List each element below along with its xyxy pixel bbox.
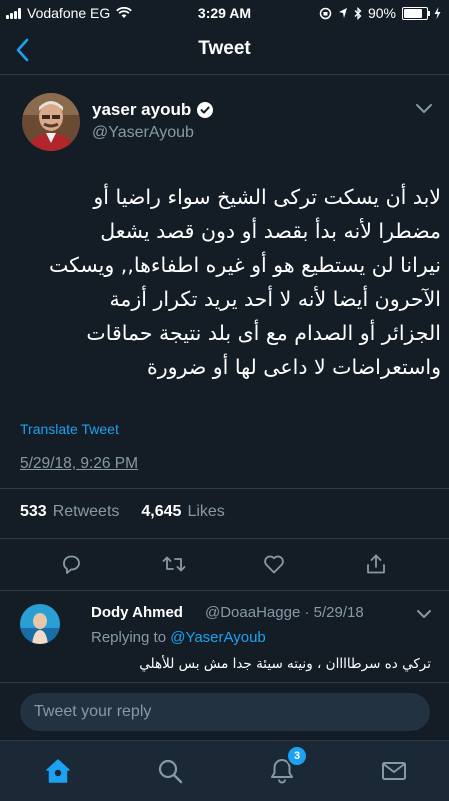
tweet-text-line: لابد أن يسكت تركى الشيخ سواء راضيا أو: [93, 185, 441, 209]
verified-icon: [197, 102, 214, 118]
tweet-reply-input[interactable]: [20, 693, 430, 731]
author-name[interactable]: yaser ayoub: [92, 100, 214, 120]
home-icon[interactable]: [44, 757, 72, 785]
tweet-text-line: الجزائر أو الصدام مع أى بلد نتيجة حماقات: [86, 321, 441, 345]
tweet-text-line: الآحرون أيضا لأنه لا أحد يريد تكرار أزمة: [109, 287, 441, 311]
status-bar: Vodafone EG 3:29 AM 90%: [0, 0, 449, 26]
reply-icon[interactable]: [59, 552, 83, 576]
retweet-icon[interactable]: [161, 552, 187, 576]
location-icon: [338, 8, 347, 18]
rotation-lock-icon: [319, 7, 332, 19]
replying-to: Replying to @YaserAyoub: [91, 629, 266, 646]
reply-author-name[interactable]: Dody Ahmed: [91, 604, 183, 621]
retweets-count[interactable]: 533: [20, 503, 47, 521]
search-icon[interactable]: [156, 757, 184, 785]
author-name-text: yaser ayoub: [92, 100, 192, 119]
tweet-text-line: نيرانا لن يستطيع هو أو غيره اطفاءها,, وي…: [48, 253, 441, 277]
bluetooth-icon: [354, 6, 362, 20]
tweet-text-line: واستعراضات لا داعى لها أو ضرورة: [146, 355, 441, 379]
divider: [0, 538, 449, 539]
replying-to-handle-link[interactable]: @YaserAyoub: [170, 629, 266, 646]
nav-header: Tweet: [0, 26, 449, 75]
divider: [0, 590, 449, 591]
chevron-down-icon[interactable]: [415, 103, 433, 115]
reply-avatar[interactable]: [20, 604, 60, 644]
replying-to-label: Replying to: [91, 629, 167, 646]
tweet-text: لابد أن يسكت تركى الشيخ سواء راضيا أو مض…: [16, 180, 441, 384]
battery-level: [404, 8, 422, 18]
status-right: 90%: [319, 5, 441, 21]
chevron-down-icon[interactable]: [416, 609, 432, 619]
notifications-badge: 3: [286, 745, 308, 767]
tweet-stats: 533 Retweets 4,645 Likes: [20, 503, 225, 521]
divider: [0, 488, 449, 489]
page-title: Tweet: [198, 38, 251, 59]
author-avatar[interactable]: [22, 93, 80, 151]
reply-text: تركي ده سرطاااان ، ونيته سيئة جدا مش بس …: [139, 656, 431, 672]
reply-composer: [0, 682, 449, 741]
reply-author-handle[interactable]: @DoaaHagge · 5/29/18: [205, 604, 364, 621]
tab-bar: [0, 740, 449, 801]
charging-icon: [434, 7, 441, 19]
tweet-timestamp[interactable]: 5/29/18, 9:26 PM: [20, 455, 138, 473]
share-icon[interactable]: [364, 552, 388, 576]
translate-tweet-link[interactable]: Translate Tweet: [20, 421, 119, 437]
likes-count[interactable]: 4,645: [141, 503, 181, 521]
battery-icon: [402, 6, 430, 20]
tweet-text-line: مضطرا لأنه بدأ بقصد أو دون قصد يشعل: [100, 219, 441, 243]
like-icon[interactable]: [262, 552, 286, 576]
battery-percent: 90%: [367, 5, 396, 21]
retweets-label[interactable]: Retweets: [53, 503, 120, 521]
likes-label[interactable]: Likes: [187, 503, 224, 521]
messages-icon[interactable]: [380, 757, 408, 785]
author-handle[interactable]: @YaserAyoub: [92, 124, 194, 142]
